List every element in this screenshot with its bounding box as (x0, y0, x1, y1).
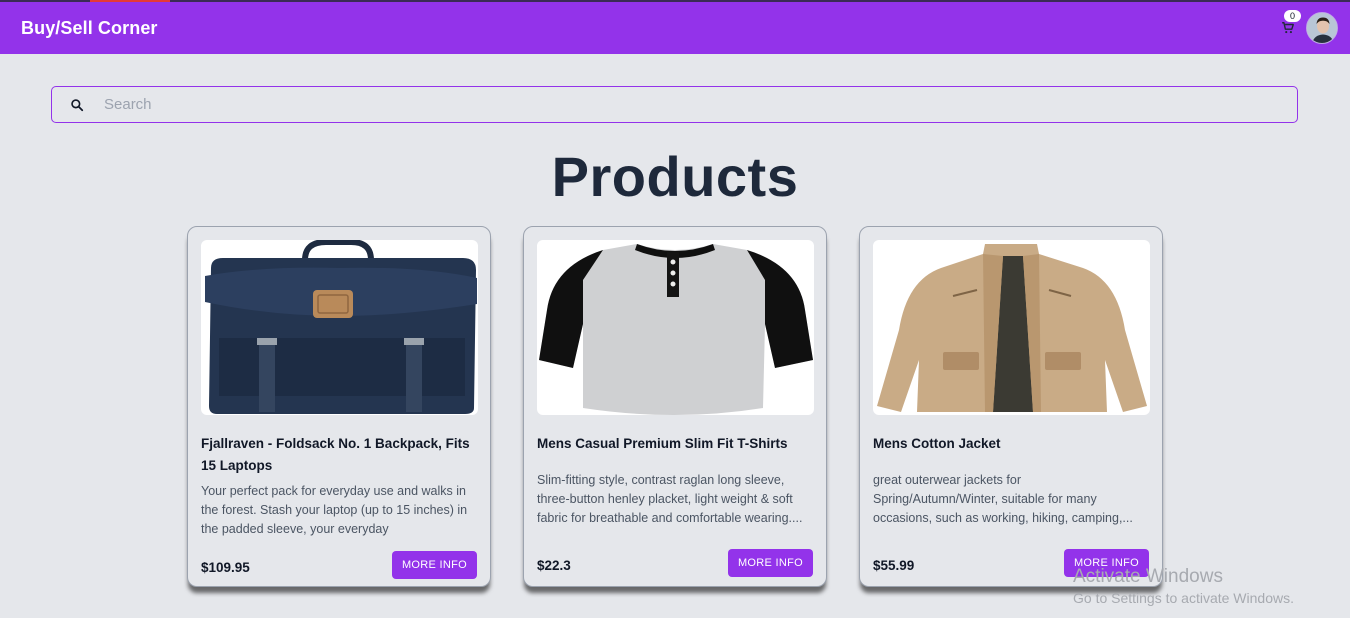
product-image[interactable] (873, 240, 1150, 415)
product-title[interactable]: Mens Casual Premium Slim Fit T-Shirts (537, 433, 813, 455)
navbar-actions: 0 (1278, 10, 1338, 44)
product-price: $55.99 (873, 558, 915, 573)
product-title[interactable]: Fjallraven - Foldsack No. 1 Backpack, Fi… (201, 433, 477, 477)
search-bar (51, 86, 1298, 123)
cart-icon (1282, 22, 1294, 34)
product-card: Mens Cotton Jacket great outerwear jacke… (859, 226, 1163, 587)
product-card: Fjallraven - Foldsack No. 1 Backpack, Fi… (187, 226, 491, 587)
product-price: $109.95 (201, 560, 250, 575)
brand-title[interactable]: Buy/Sell Corner (21, 18, 158, 39)
cart-count-badge: 0 (1284, 10, 1301, 22)
product-card: Mens Casual Premium Slim Fit T-Shirts Sl… (523, 226, 827, 587)
jacket-icon (877, 244, 1147, 412)
product-image[interactable] (537, 240, 814, 415)
product-image[interactable] (201, 240, 478, 415)
navbar: Buy/Sell Corner 0 (0, 2, 1350, 54)
watermark-subtitle: Go to Settings to activate Windows. (1073, 590, 1294, 606)
tshirt-icon (539, 244, 813, 415)
windows-activation-watermark: Activate Windows Go to Settings to activ… (1073, 566, 1294, 608)
backpack-icon (205, 240, 477, 414)
page-title: Products (551, 145, 799, 208)
product-price: $22.3 (537, 558, 571, 573)
product-description: Slim-fitting style, contrast raglan long… (537, 473, 803, 525)
cart-button[interactable]: 0 (1278, 10, 1301, 38)
search-icon (52, 98, 102, 112)
more-info-button[interactable]: MORE INFO (392, 551, 477, 579)
product-description: Your perfect pack for everyday use and w… (201, 484, 468, 536)
avatar[interactable] (1306, 12, 1338, 44)
user-avatar-icon (1307, 13, 1337, 43)
watermark-title: Activate Windows (1073, 566, 1223, 587)
product-description: great outerwear jackets for Spring/Autum… (873, 473, 1133, 525)
search-input[interactable] (102, 87, 1297, 122)
more-info-button[interactable]: MORE INFO (728, 549, 813, 577)
product-title[interactable]: Mens Cotton Jacket (873, 433, 1149, 455)
